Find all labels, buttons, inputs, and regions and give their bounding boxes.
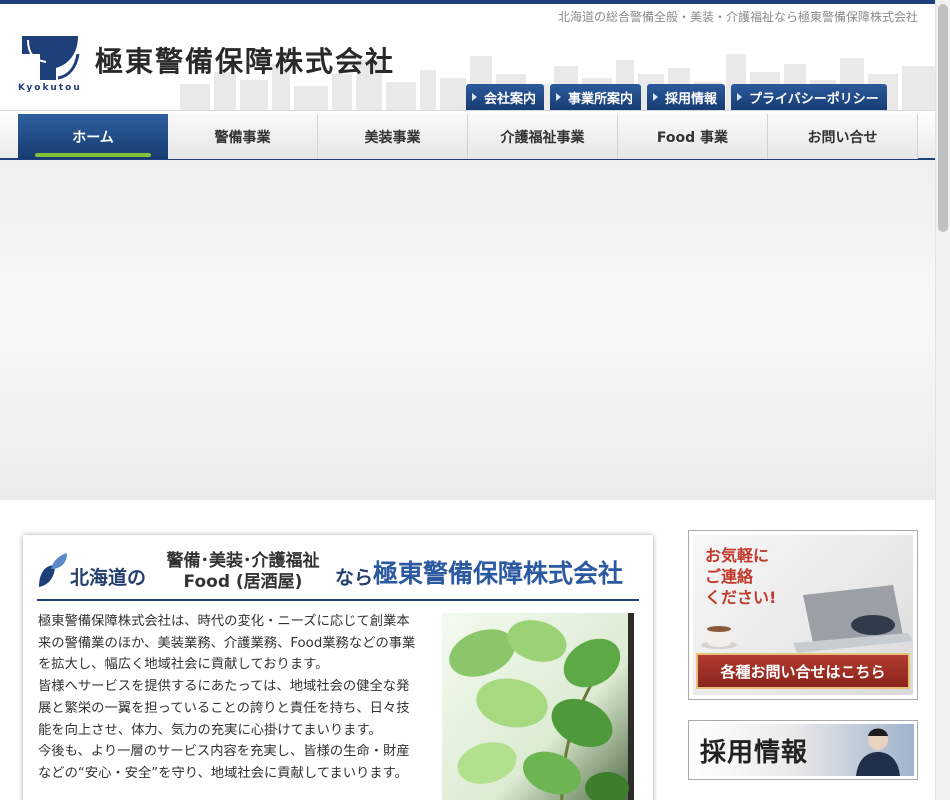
nav-label: 介護福祉事業 bbox=[500, 129, 585, 146]
nav-item-security[interactable]: 警備事業 bbox=[168, 114, 318, 159]
toplink-label: プライバシーポリシー bbox=[749, 91, 879, 107]
contact-banner-text: お気軽に ご連絡 ください! bbox=[705, 545, 776, 608]
top-accent-bar bbox=[0, 0, 935, 4]
nav-item-cleaning[interactable]: 美装事業 bbox=[318, 114, 468, 159]
green-leaves-image bbox=[442, 613, 634, 800]
main-nav-bar: ホーム 警備事業 美装事業 介護福祉事業 Food 事業 お問い合せ bbox=[0, 110, 935, 160]
nav-label: 警備事業 bbox=[214, 129, 271, 146]
main-nav: ホーム 警備事業 美装事業 介護福祉事業 Food 事業 お問い合せ bbox=[18, 114, 918, 159]
logo-text: Kyokutou bbox=[18, 83, 82, 92]
intro-box: 北海道の 警備･美装･介護福祉 Food (居酒屋) なら 極東警備保障株式会社… bbox=[23, 535, 653, 800]
arrow-icon bbox=[653, 93, 659, 101]
nav-label: 美装事業 bbox=[364, 129, 421, 146]
top-links: 会社案内 事業所案内 採用情報 プライバシーポリシー bbox=[466, 84, 893, 110]
headline-services-line1: 警備･美装･介護福祉 bbox=[166, 551, 320, 571]
toplink-recruit[interactable]: 採用情報 bbox=[647, 84, 726, 110]
hero-slideshow-area bbox=[0, 160, 935, 500]
active-indicator bbox=[35, 153, 151, 157]
toplink-company-info[interactable]: 会社案内 bbox=[466, 84, 545, 110]
headline-connector: なら bbox=[335, 567, 374, 589]
nav-item-care-welfare[interactable]: 介護福祉事業 bbox=[468, 114, 618, 159]
intro-headline: 北海道の 警備･美装･介護福祉 Food (居酒屋) なら 極東警備保障株式会社 bbox=[37, 549, 639, 601]
company-logo: Kyokutou bbox=[18, 36, 82, 92]
company-name[interactable]: 極東警備保障株式会社 bbox=[95, 40, 395, 80]
recruit-banner[interactable]: 採用情報 bbox=[688, 720, 918, 780]
contact-banner-image: お気軽に ご連絡 ください! 各種お問い合せはこちら bbox=[693, 535, 913, 695]
toplink-offices[interactable]: 事業所案内 bbox=[550, 84, 642, 110]
arrow-icon bbox=[737, 93, 743, 101]
nav-label: お問い合せ bbox=[807, 129, 878, 146]
leaf-icon bbox=[39, 553, 67, 587]
person-photo-icon bbox=[856, 728, 900, 776]
intro-paragraph: 極東警備保障株式会社は、時代の変化・ニーズに応じて創業本来の警備業のほか、美装業… bbox=[38, 614, 416, 673]
arrow-icon bbox=[472, 93, 477, 101]
headline-prefix: 北海道の bbox=[70, 567, 147, 589]
header-tagline: 北海道の総合警備全般・美装・介護福祉なら極東警備保障株式会社 bbox=[557, 10, 918, 24]
headline-company: 極東警備保障株式会社 bbox=[373, 559, 624, 588]
contact-banner-line: ください! bbox=[705, 588, 777, 607]
scrollbar-thumb[interactable] bbox=[938, 4, 948, 232]
headline-services-line2: Food (居酒屋) bbox=[183, 572, 303, 592]
nav-item-food[interactable]: Food 事業 bbox=[618, 114, 768, 159]
intro-paragraph: 今後も、より一層のサービス内容を充実し、皆様の生命・財産などの“安心・安全”を守… bbox=[38, 744, 410, 781]
recruit-banner-text: 採用情報 bbox=[700, 738, 809, 768]
toplink-label: 採用情報 bbox=[665, 91, 718, 107]
contact-banner[interactable]: お気軽に ご連絡 ください! 各種お問い合せはこちら bbox=[688, 530, 918, 700]
page-scrollbar[interactable] bbox=[935, 0, 950, 800]
headline-services: 警備･美装･介護福祉 Food (居酒屋) bbox=[155, 551, 331, 593]
toplink-label: 事業所案内 bbox=[568, 91, 634, 107]
laptop-icon bbox=[793, 585, 913, 653]
toplink-privacy-policy[interactable]: プライバシーポリシー bbox=[731, 84, 887, 110]
nav-item-contact[interactable]: お問い合せ bbox=[768, 114, 918, 159]
page: 北海道の総合警備全般・美装・介護福祉なら極東警備保障株式会社 Kyokutou … bbox=[0, 0, 935, 800]
coffee-cup-icon bbox=[701, 626, 737, 649]
contact-banner-line: ご連絡 bbox=[705, 567, 754, 586]
recruit-banner-image: 採用情報 bbox=[692, 724, 914, 776]
nav-label: ホーム bbox=[72, 129, 114, 146]
nav-item-home[interactable]: ホーム bbox=[18, 114, 168, 159]
intro-paragraph: 皆様へサービスを提供するにあたっては、地域社会の健全な発展と繁栄の一翼を担ってい… bbox=[38, 679, 410, 738]
nav-label: Food 事業 bbox=[656, 129, 729, 146]
contact-button[interactable]: 各種お問い合せはこちら bbox=[696, 653, 910, 689]
arrow-icon bbox=[556, 93, 562, 101]
contact-banner-line: お気軽に bbox=[705, 546, 770, 565]
intro-body: 極東警備保障株式会社は、時代の変化・ニーズに応じて創業本来の警備業のほか、美装業… bbox=[38, 611, 420, 785]
toplink-label: 会社案内 bbox=[484, 91, 537, 107]
